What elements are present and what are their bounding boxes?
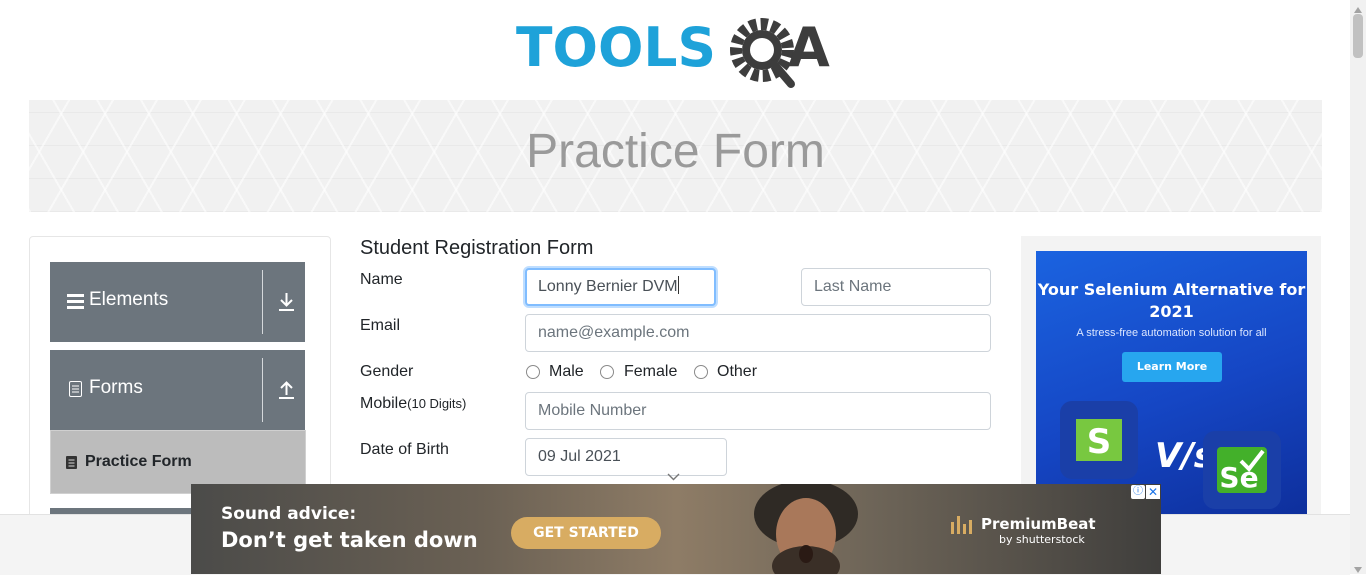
email-label: Email (360, 317, 401, 334)
ad-line1: Sound advice: (221, 504, 357, 524)
ad-brand-name: PremiumBeat (981, 515, 1096, 533)
ad-line2: Don’t get taken down (221, 528, 478, 552)
ad-info-icon[interactable]: ⓘ (1131, 485, 1145, 499)
divider (262, 358, 263, 422)
form-title: Student Registration Form (360, 237, 594, 259)
mobile-input[interactable]: Mobile Number (525, 392, 991, 430)
page-banner: Practice Form (29, 100, 1322, 212)
gender-female-label[interactable]: Female (624, 363, 677, 381)
gear-q-icon (730, 18, 795, 88)
ad-photo (751, 484, 861, 574)
sidebar-group-label: Forms (89, 377, 143, 398)
email-input[interactable]: name@example.com (525, 314, 991, 352)
scroll-up-arrow-icon[interactable] (1352, 2, 1364, 13)
email-placeholder: name@example.com (538, 324, 690, 341)
gender-other-radio[interactable] (694, 365, 708, 379)
page-title: Practice Form (526, 125, 825, 178)
logo-text-a: A (788, 16, 830, 79)
gender-male-label[interactable]: Male (549, 363, 584, 381)
gender-female-radio[interactable] (600, 365, 614, 379)
dob-value: 09 Jul 2021 (538, 448, 621, 465)
premiumbeat-logo-icon (951, 514, 975, 539)
download-arrow-icon[interactable] (278, 292, 295, 317)
list-icon (67, 294, 84, 314)
scrollbar[interactable] (1350, 0, 1366, 574)
form-icon (66, 456, 77, 474)
sidebar-item-label: Practice Form (85, 453, 192, 470)
sidebar-group-forms[interactable]: Forms (50, 350, 305, 430)
name-label: Name (360, 271, 403, 288)
ad-headline: Your Selenium Alternative for 2021 (1037, 280, 1306, 321)
scroll-down-arrow-icon[interactable] (1352, 562, 1364, 573)
ad-premiumbeat-banner[interactable]: Sound advice: Don’t get taken down GET S… (191, 484, 1161, 574)
sidebar-group-label: Elements (89, 289, 169, 310)
gender-male-radio[interactable] (526, 365, 540, 379)
gender-label: Gender (360, 363, 414, 380)
logo-text-tools: TOOLS (516, 16, 716, 79)
dob-label: Date of Birth (360, 441, 449, 458)
text-cursor (677, 276, 679, 294)
mobile-label-text: Mobile (360, 395, 408, 412)
selenium-logo-icon: Se (1203, 431, 1281, 514)
upload-arrow-icon[interactable] (278, 380, 295, 405)
dob-input[interactable]: 09 Jul 2021 (525, 438, 727, 476)
ad-subtext: A stress-free automation solution for al… (1076, 327, 1267, 339)
mobile-hint: (10 Digits) (407, 396, 467, 411)
katalon-logo-icon: S (1060, 401, 1138, 484)
scrollbar-thumb[interactable] (1353, 14, 1363, 58)
mobile-label: Mobile(10 Digits) (360, 395, 466, 413)
toolsqa-logo[interactable]: TOOLS A (516, 14, 838, 92)
svg-text:S: S (1087, 422, 1112, 462)
ad-brand-sub: by shutterstock (999, 533, 1085, 546)
ad-selenium-alternative[interactable]: Your Selenium Alternative for 2021 A str… (1036, 251, 1307, 514)
mobile-placeholder: Mobile Number (538, 402, 647, 419)
ad-learn-more-button[interactable]: Learn More (1122, 352, 1222, 382)
divider (262, 270, 263, 334)
last-name-placeholder: Last Name (814, 278, 892, 295)
sidebar-group-elements[interactable]: Elements (50, 262, 305, 342)
ad-get-started-button[interactable]: GET STARTED (511, 517, 661, 549)
ad-close-icon[interactable]: ✕ (1146, 485, 1160, 499)
document-icon (69, 381, 82, 402)
last-name-input[interactable]: Last Name (801, 268, 991, 306)
gender-other-label[interactable]: Other (717, 363, 757, 381)
first-name-value: Lonny Bernier DVM (538, 278, 678, 295)
first-name-input[interactable]: Lonny Bernier DVM (525, 268, 716, 306)
